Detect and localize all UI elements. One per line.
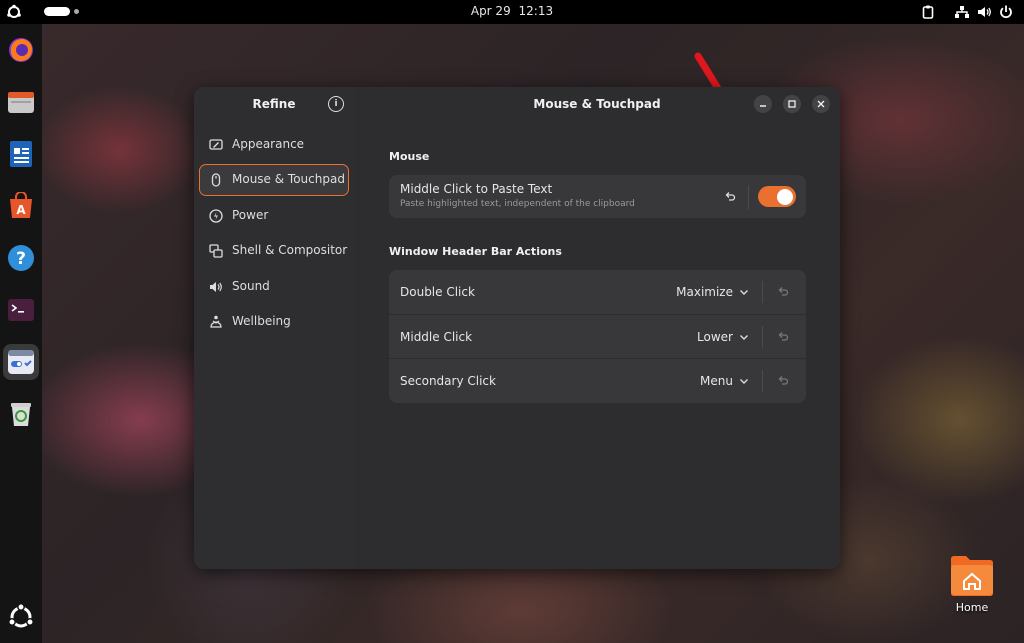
help-icon: ? (8, 245, 34, 271)
section-heading-header-bar: Window Header Bar Actions (389, 245, 562, 258)
reset-icon[interactable] (777, 374, 789, 386)
minimize-icon (760, 105, 766, 107)
power-icon (209, 209, 223, 223)
sidebar-item-shell-compositor[interactable]: Shell & Compositor (199, 235, 349, 267)
reset-icon[interactable] (777, 330, 789, 342)
section-heading-mouse: Mouse (389, 150, 430, 163)
middle-click-row[interactable]: Middle Click Lower (389, 314, 806, 359)
svg-text:A: A (16, 203, 26, 217)
sidebar: Refine i Appearance Mouse & Touchpad Pow… (194, 87, 354, 569)
middle-click-paste-subtitle: Paste highlighted text, independent of t… (400, 199, 635, 209)
row-title: Double Click (400, 285, 475, 299)
refine-window: Refine i Appearance Mouse & Touchpad Pow… (194, 87, 840, 569)
sidebar-item-sound[interactable]: Sound (199, 271, 349, 303)
writer-icon (10, 141, 32, 167)
reset-icon[interactable] (777, 285, 789, 297)
reset-icon[interactable] (724, 190, 736, 202)
sidebar-item-appearance[interactable]: Appearance (199, 129, 349, 161)
minimize-button[interactable] (754, 95, 772, 113)
row-title: Middle Click (400, 330, 473, 344)
shell-icon (209, 244, 223, 258)
content-pane: Mouse & Touchpad Mouse Middle Click to P… (354, 87, 840, 569)
secondary-click-row[interactable]: Secondary Click Menu (389, 358, 806, 403)
wellbeing-icon (210, 315, 222, 328)
mouse-settings-card: Middle Click to Paste Text Paste highlig… (389, 175, 806, 218)
mouse-icon (211, 173, 221, 187)
sidebar-item-label: Power (232, 208, 269, 222)
dock-terminal[interactable] (3, 292, 39, 328)
maximize-icon (788, 100, 796, 108)
dock-app-center[interactable]: A (3, 188, 39, 224)
row-separator (762, 370, 763, 392)
clock-time: 12:13 (518, 4, 554, 18)
volume-icon[interactable] (976, 4, 992, 20)
sidebar-item-mouse-touchpad[interactable]: Mouse & Touchpad (199, 164, 349, 196)
middle-click-paste-title: Middle Click to Paste Text (400, 182, 553, 196)
header-bar-actions-card: Double Click Maximize Middle Click Lower… (389, 270, 806, 403)
about-button[interactable]: i (328, 96, 344, 112)
sound-icon (210, 282, 222, 292)
sidebar-item-wellbeing[interactable]: Wellbeing (199, 306, 349, 338)
clipboard-icon[interactable] (920, 4, 936, 20)
secondary-click-dropdown[interactable]: Menu (700, 374, 733, 388)
chevron-down-icon[interactable] (738, 286, 750, 298)
double-click-dropdown[interactable]: Maximize (676, 285, 733, 299)
middle-click-paste-toggle[interactable] (758, 186, 796, 207)
svg-text:?: ? (16, 249, 26, 269)
double-click-row[interactable]: Double Click Maximize (389, 270, 806, 314)
dock-firefox[interactable] (3, 32, 39, 68)
refine-icon (8, 350, 34, 374)
terminal-icon (8, 299, 34, 321)
row-separator (762, 326, 763, 348)
close-button[interactable] (812, 95, 830, 113)
dock-refine[interactable] (3, 344, 39, 380)
firefox-icon (9, 38, 33, 62)
row-separator (762, 281, 763, 303)
files-icon (8, 92, 34, 113)
dock: A ? (0, 24, 42, 643)
home-folder-desktop-icon[interactable]: Home (946, 553, 998, 623)
sidebar-item-label: Wellbeing (232, 314, 291, 328)
clock[interactable]: Apr 29 12:13 (0, 4, 1024, 18)
network-icon[interactable] (954, 4, 970, 20)
middle-click-dropdown[interactable]: Lower (697, 330, 733, 344)
sidebar-item-label: Sound (232, 279, 270, 293)
maximize-button[interactable] (783, 95, 801, 113)
sidebar-item-label: Mouse & Touchpad (232, 172, 345, 186)
sidebar-item-label: Shell & Compositor (232, 243, 348, 257)
app-center-icon: A (10, 192, 32, 218)
power-menu-icon[interactable] (998, 4, 1014, 20)
appearance-icon (209, 139, 223, 150)
trash-icon (11, 403, 31, 426)
dock-writer[interactable] (3, 136, 39, 172)
sidebar-item-power[interactable]: Power (199, 200, 349, 232)
chevron-down-icon[interactable] (738, 331, 750, 343)
dock-trash[interactable] (3, 396, 39, 432)
top-bar: Apr 29 12:13 (0, 0, 1024, 24)
dock-files[interactable] (3, 84, 39, 120)
home-folder-label: Home (955, 601, 989, 614)
ubuntu-icon[interactable] (7, 603, 35, 631)
toggle-separator (748, 185, 749, 209)
dock-help[interactable]: ? (3, 240, 39, 276)
toggle-knob (777, 188, 793, 205)
chevron-down-icon[interactable] (738, 375, 750, 387)
close-icon (817, 100, 825, 108)
home-folder-icon (951, 556, 993, 596)
row-title: Secondary Click (400, 374, 496, 388)
clock-date: Apr 29 (470, 4, 511, 18)
sidebar-item-label: Appearance (232, 137, 305, 151)
